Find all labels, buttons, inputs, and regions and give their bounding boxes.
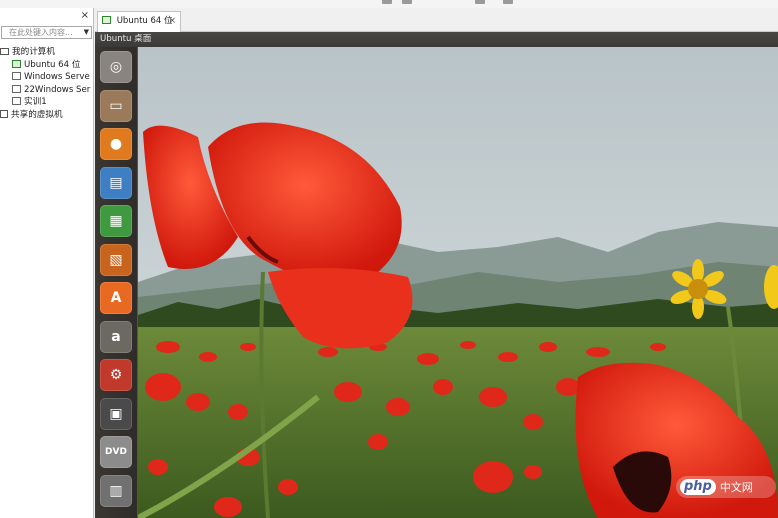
libreoffice-writer-icon[interactable]: ▤ (100, 166, 132, 199)
toolbar-button-icon[interactable] (503, 0, 513, 4)
system-settings-icon[interactable]: ⚙ (100, 359, 132, 391)
vm-display[interactable]: Ubuntu 桌面 ◎ ▭ ● ▤ ▦ ▧ Aa ⚙ ▣ DVD ▥ (95, 32, 778, 518)
tree-item-label: 共享的虚拟机 (11, 109, 63, 120)
software-center-icon[interactable]: A (100, 282, 132, 314)
tree-item-label: Windows Serve (24, 72, 90, 83)
launcher-glyph: ▤ (109, 174, 123, 191)
ubuntu-panel-title: Ubuntu 桌面 (100, 34, 152, 44)
launcher-glyph: ▥ (109, 482, 123, 499)
dvd-icon[interactable]: DVD (100, 436, 132, 468)
computer-icon (0, 48, 9, 55)
tree-item[interactable]: 实训1 (0, 96, 94, 109)
php-watermark: php 中文网 (676, 476, 776, 498)
vm-running-icon (12, 59, 21, 68)
files-icon[interactable]: ▭ (100, 89, 132, 122)
tree-item-label: 22Windows Ser (24, 84, 91, 95)
vm-running-icon (102, 16, 111, 24)
search-dropdown-icon[interactable]: ▼ (84, 27, 89, 38)
tab-ubuntu-64[interactable]: Ubuntu 64 位 × (97, 11, 181, 32)
toolbar-button-icon[interactable] (475, 0, 485, 4)
launcher-glyph: ◎ (109, 59, 123, 75)
tree-item[interactable]: 我的计算机 (0, 46, 94, 59)
launcher-glyph: DVD (105, 446, 127, 457)
libreoffice-impress-icon[interactable]: ▧ (100, 243, 132, 276)
library-search-input[interactable]: 在此处键入内容... ▼ (1, 26, 92, 39)
toolbar-button-icon[interactable] (402, 0, 412, 4)
tree-item-label: 我的计算机 (12, 47, 55, 57)
tree-item[interactable]: 22Windows Ser (0, 84, 94, 97)
poppy-wallpaper-image (138, 47, 778, 518)
tab-close-button[interactable]: × (168, 12, 176, 31)
desktop-wallpaper[interactable] (138, 47, 778, 518)
library-panel: × 在此处键入内容... ▼ 我的计算机 Ubuntu 64 位 Windows S… (0, 8, 94, 518)
tree-item[interactable]: Ubuntu 64 位 (0, 59, 94, 72)
tab-bar: Ubuntu 64 位 × (95, 8, 778, 32)
vm-icon (12, 72, 21, 81)
firefox-icon[interactable]: ● (100, 128, 132, 160)
tree-item-label: Ubuntu 64 位 (24, 59, 81, 70)
launcher-glyph: ▭ (109, 97, 123, 114)
launcher-glyph: ⚙ (109, 367, 123, 383)
vm-icon (12, 97, 21, 106)
trash-icon[interactable]: ▥ (100, 474, 132, 507)
ubuntu-top-panel: Ubuntu 桌面 (95, 32, 778, 47)
search-placeholder: 在此处键入内容... (9, 28, 73, 37)
tree-item[interactable]: 共享的虚拟机 (0, 109, 94, 122)
dash-home-icon[interactable]: ◎ (100, 51, 132, 83)
launcher-glyph: A (110, 290, 122, 306)
tab-label: Ubuntu 64 位 (116, 16, 173, 26)
tree-item[interactable]: Windows Serve (0, 71, 94, 84)
library-close-button[interactable]: × (81, 10, 89, 21)
launcher-glyph: ▣ (109, 405, 123, 422)
launcher-glyph: ● (109, 136, 123, 152)
toolbar-button-icon[interactable] (382, 0, 392, 4)
amazon-icon[interactable]: a (100, 320, 132, 353)
watermark-text: 中文网 (719, 481, 753, 494)
shared-vm-icon (0, 109, 8, 118)
toolbar-strip (0, 0, 778, 8)
libreoffice-calc-icon[interactable]: ▦ (100, 205, 132, 237)
tree-item-label: 实训1 (24, 97, 47, 108)
launcher-glyph: ▧ (109, 251, 123, 268)
watermark-logo: php (680, 479, 716, 495)
vm-icon (12, 84, 21, 93)
launcher-glyph: a (111, 328, 121, 345)
save-disk-icon[interactable]: ▣ (100, 397, 132, 430)
ubuntu-launcher: ◎ ▭ ● ▤ ▦ ▧ Aa ⚙ ▣ DVD ▥ (95, 47, 138, 518)
launcher-glyph: ▦ (109, 213, 123, 229)
vm-tree: 我的计算机 Ubuntu 64 位 Windows Serve 22Windows S… (0, 46, 94, 122)
